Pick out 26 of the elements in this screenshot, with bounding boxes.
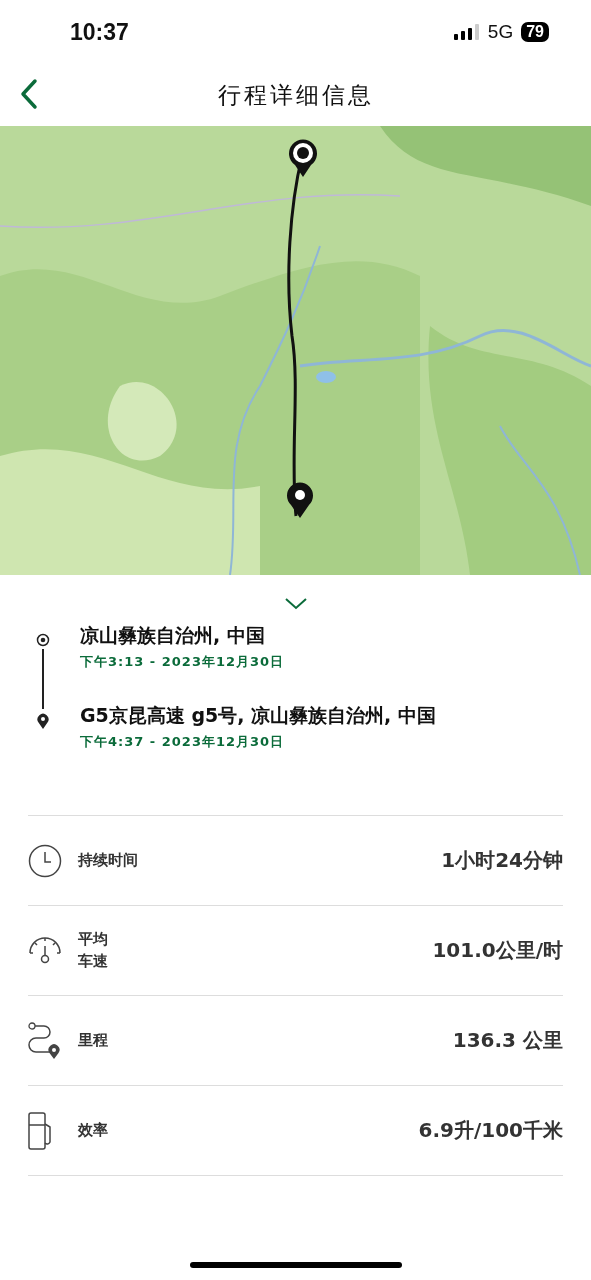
stop-time: 下午4:37 - 2023年12月30日 bbox=[80, 733, 286, 751]
fuel-pump-icon bbox=[28, 1111, 54, 1150]
route-icon bbox=[28, 1021, 62, 1060]
network-label: 5G bbox=[487, 21, 514, 43]
chevron-down-icon[interactable] bbox=[283, 597, 308, 611]
stat-value: 1小时24分钟 bbox=[441, 847, 563, 874]
stop-time: 下午3:13 - 2023年12月30日 bbox=[80, 653, 285, 671]
status-time: 10:37 bbox=[70, 18, 129, 46]
stat-value: 6.9升/100千米 bbox=[418, 1117, 563, 1144]
end-pin-icon bbox=[286, 481, 314, 519]
stat-label: 里程 bbox=[78, 1031, 108, 1050]
speedometer-icon bbox=[28, 936, 62, 965]
signal-icon bbox=[453, 24, 480, 40]
stop-place: 凉山彝族自治州, 中国 bbox=[80, 623, 266, 648]
location-pin-icon bbox=[37, 713, 49, 729]
battery-indicator: 79 bbox=[521, 22, 549, 42]
start-point-icon bbox=[36, 633, 50, 647]
start-pin-icon bbox=[288, 138, 318, 178]
stat-value: 136.3 公里 bbox=[452, 1027, 563, 1054]
clock-icon bbox=[28, 843, 62, 878]
page-title: 行程详细信息 bbox=[217, 80, 374, 110]
stat-label: 持续时间 bbox=[78, 851, 138, 870]
stat-label: 平均车速 bbox=[78, 928, 108, 972]
stat-value: 101.0公里/时 bbox=[432, 937, 563, 964]
stop-place: G5京昆高速 g5号, 凉山彝族自治州, 中国 bbox=[80, 703, 436, 728]
stat-label: 效率 bbox=[78, 1121, 108, 1140]
